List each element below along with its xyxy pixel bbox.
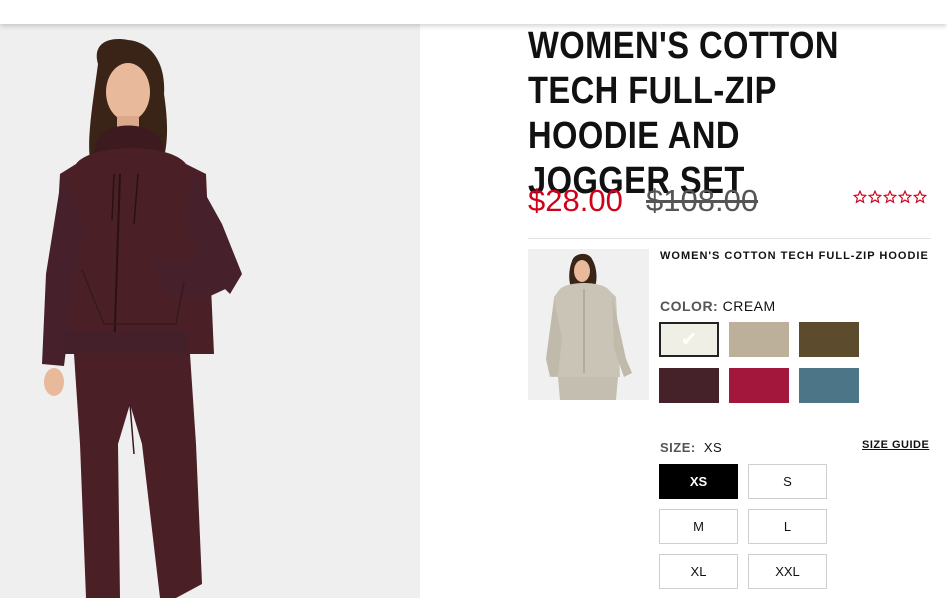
item-thumbnail[interactable] — [528, 249, 649, 400]
size-value: XS — [703, 440, 723, 455]
star-icon — [898, 190, 912, 204]
model-illustration — [42, 39, 242, 598]
size-button-l[interactable]: L — [748, 509, 827, 544]
star-icon — [913, 190, 927, 204]
color-selector-label: COLOR: CREAM — [660, 298, 776, 314]
item-title: WOMEN'S COTTON TECH FULL-ZIP HOODIE — [660, 250, 929, 262]
item-thumbnail-illustration — [546, 253, 632, 400]
color-swatch-cream[interactable]: ✔ — [659, 322, 719, 357]
color-label: COLOR: — [660, 298, 719, 314]
size-button-xxl[interactable]: XXL — [748, 554, 827, 589]
size-selector-label: SIZE: XS — [660, 440, 722, 455]
color-swatch-khaki[interactable] — [729, 322, 789, 357]
top-navigation-bar — [0, 0, 947, 24]
size-label: SIZE: — [660, 440, 696, 455]
divider — [528, 238, 931, 239]
color-value: CREAM — [722, 298, 776, 314]
size-button-xl[interactable]: XL — [659, 554, 738, 589]
size-button-s[interactable]: S — [748, 464, 827, 499]
color-swatch-red[interactable] — [729, 368, 789, 403]
checkmark-icon: ✔ — [680, 326, 698, 351]
color-swatch-burgundy[interactable] — [659, 368, 719, 403]
product-title: WOMEN'S COTTON TECH FULL-ZIP HOODIE AND … — [528, 25, 839, 202]
sale-price: $28.00 — [528, 183, 623, 218]
size-button-m[interactable]: M — [659, 509, 738, 544]
star-icon — [883, 190, 897, 204]
original-price: $108.00 — [646, 183, 759, 218]
color-swatch-olive[interactable] — [799, 322, 859, 357]
rating-stars[interactable] — [853, 190, 927, 204]
size-guide-link[interactable]: SIZE GUIDE — [862, 439, 929, 451]
star-icon — [853, 190, 867, 204]
star-icon — [868, 190, 882, 204]
price-row: $28.00 $108.00 — [528, 183, 933, 223]
color-swatch-teal[interactable] — [799, 368, 859, 403]
product-main-image[interactable] — [0, 24, 420, 598]
size-button-xs[interactable]: XS — [659, 464, 738, 499]
